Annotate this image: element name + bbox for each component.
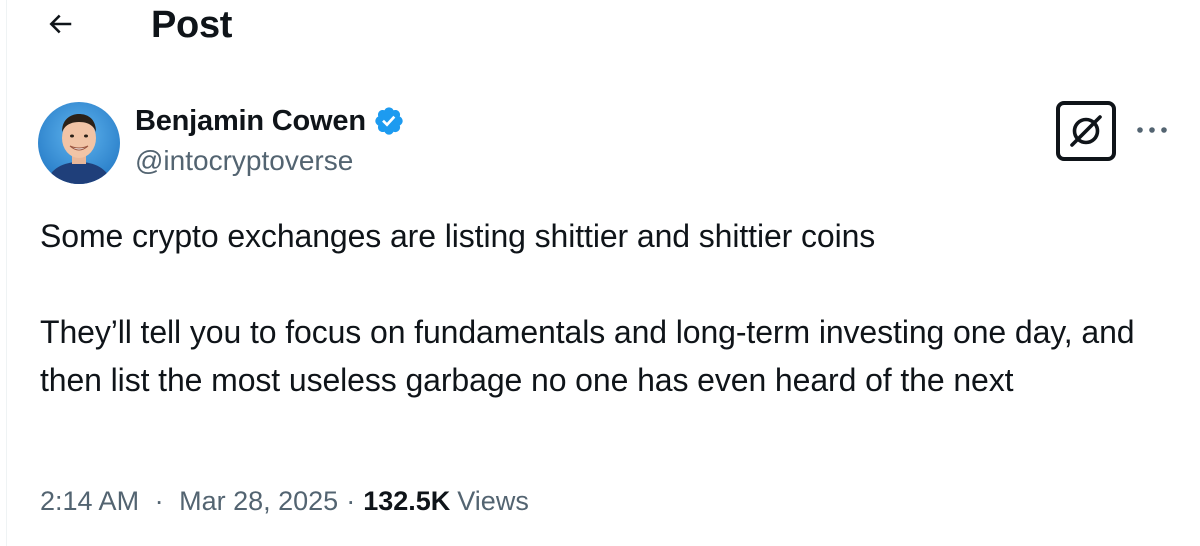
post-paragraph: Some crypto exchanges are listing shitti… — [40, 218, 876, 254]
grok-icon — [1055, 100, 1117, 167]
post-page: Post Benjamin Cowen @intocryptoverse Som… — [0, 0, 1200, 546]
arrow-left-icon — [45, 9, 75, 44]
post-date: Mar 28, 2025 — [179, 486, 339, 516]
avatar[interactable] — [38, 102, 120, 184]
views-link[interactable]: 132.5K Views — [363, 482, 529, 520]
author-name: Benjamin Cowen — [135, 105, 366, 137]
post-paragraph: They’ll tell you to focus on fundamental… — [40, 314, 1135, 398]
views-count: 132.5K — [363, 486, 451, 516]
more-options-button[interactable] — [1134, 116, 1170, 146]
post-time: 2:14 AM — [40, 486, 140, 516]
verified-badge-icon — [373, 105, 405, 137]
meta-separator: · — [154, 486, 164, 516]
more-horizontal-icon — [1136, 122, 1168, 140]
post-meta: 2:14 AM · Mar 28, 2025 · 132.5K Views — [40, 482, 529, 520]
back-button[interactable] — [38, 6, 82, 46]
author-handle[interactable]: @intocryptoverse — [135, 142, 353, 180]
author-name-link[interactable]: Benjamin Cowen — [135, 102, 405, 140]
page-title: Post — [151, 4, 233, 46]
post-timestamp-link[interactable]: 2:14 AM · Mar 28, 2025 — [40, 482, 338, 520]
grok-button[interactable] — [1055, 100, 1117, 167]
column-divider — [6, 0, 7, 546]
meta-separator: · — [346, 486, 356, 516]
views-label: Views — [457, 486, 529, 516]
post-text: Some crypto exchanges are listing shitti… — [40, 212, 1180, 404]
